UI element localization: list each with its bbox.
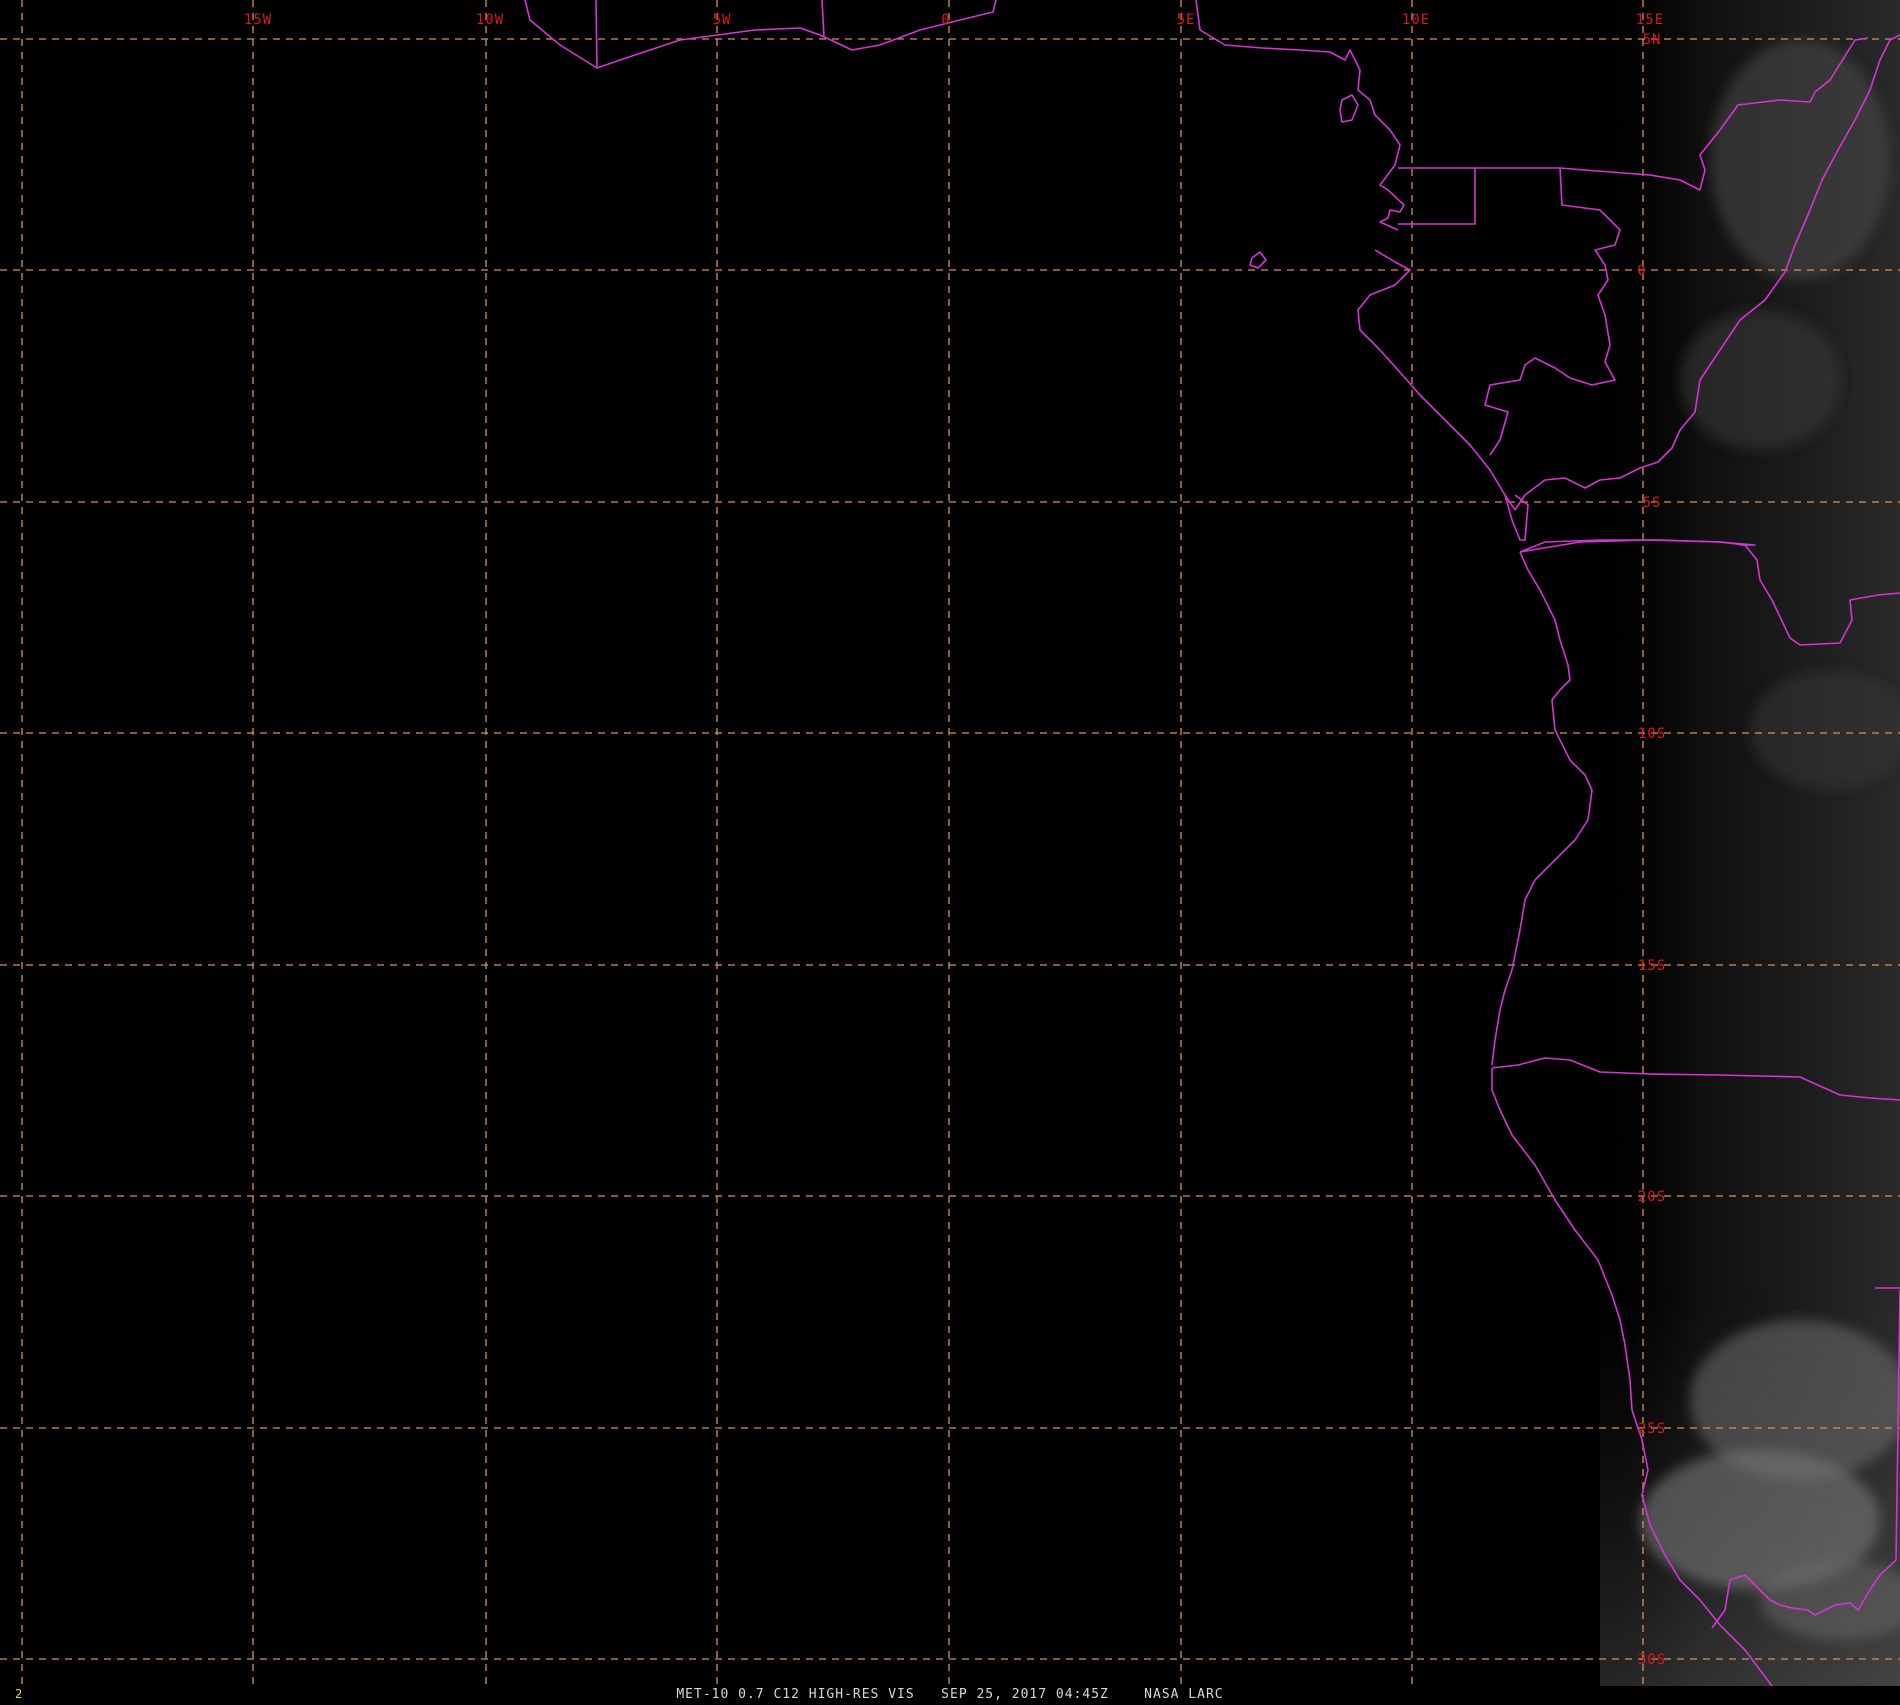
- latitude-label: 10S: [1638, 726, 1666, 742]
- map-canvas: 15W 10W 5W 0 5E 10E 15E 5N 0 5S 10S 15S …: [0, 0, 1900, 1702]
- longitude-label: 5E: [1177, 12, 1196, 28]
- latitude-label: 30S: [1638, 1652, 1666, 1668]
- equatorial-guinea-border: [1398, 167, 1476, 225]
- longitude-label: 10E: [1402, 12, 1430, 28]
- latitude-label: 0: [1637, 263, 1646, 279]
- gulf-coast-nigeria: [1195, 0, 1401, 191]
- longitude-label: 10W: [476, 12, 504, 28]
- longitude-labels: 15W 10W 5W 0 5E 10E 15E: [244, 12, 1664, 28]
- ghana-togo-border: [595, 0, 598, 69]
- longitude-label: 5W: [713, 12, 732, 28]
- angola-coast: [1491, 551, 1593, 1066]
- togo-benin-border: [821, 0, 825, 37]
- frame-number: 2: [15, 1687, 22, 1700]
- latitude-label: 5N: [1643, 32, 1662, 48]
- latitude-label: 25S: [1638, 1421, 1666, 1437]
- cloud-band-south: [1600, 1290, 1900, 1690]
- sao-tome-island: [1249, 251, 1267, 269]
- latitude-label: 5S: [1643, 495, 1662, 511]
- gabon-coast: [1357, 249, 1516, 511]
- bioko-island: [1339, 94, 1359, 123]
- latitude-label: 20S: [1638, 1189, 1666, 1205]
- satellite-image: 15W 10W 5W 0 5E 10E 15E 5N 0 5S 10S 15S …: [0, 0, 1900, 1702]
- latitude-label: 15S: [1638, 958, 1666, 974]
- image-caption: MET-10 0.7 C12 HIGH-RES VIS SEP 25, 2017…: [676, 1687, 1223, 1700]
- longitude-label: 15W: [244, 12, 272, 28]
- longitude-label: 15E: [1636, 12, 1664, 28]
- longitude-label: 0: [941, 12, 950, 28]
